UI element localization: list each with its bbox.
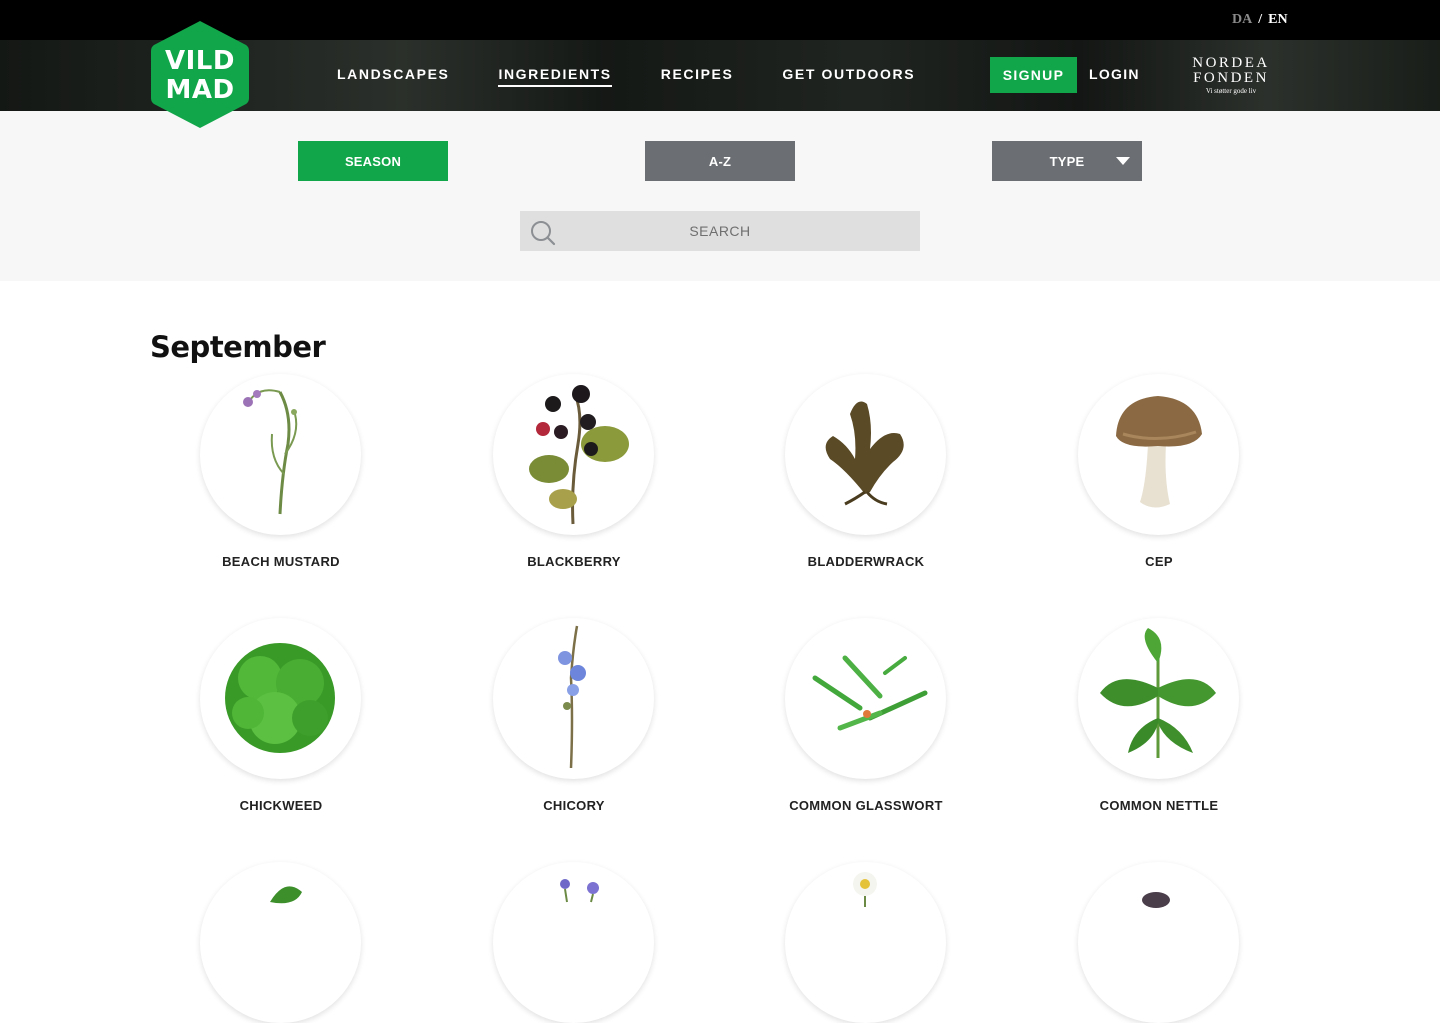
nav-landscapes[interactable]: LANDSCAPES bbox=[337, 66, 449, 87]
main-nav: LANDSCAPES INGREDIENTS RECIPES GET OUTDO… bbox=[337, 66, 964, 87]
ingredient-name: CHICORY bbox=[543, 798, 605, 813]
bladderwrack-image bbox=[785, 374, 946, 535]
leaf-image bbox=[200, 862, 361, 1023]
filter-panel: SEASON A-Z TYPE bbox=[0, 111, 1440, 281]
common-glasswort-image bbox=[785, 618, 946, 779]
lang-en-link[interactable]: EN bbox=[1268, 12, 1287, 28]
cep-image bbox=[1078, 374, 1239, 535]
type-filter-dropdown[interactable]: TYPE bbox=[992, 141, 1142, 181]
caret-down-icon bbox=[1116, 157, 1130, 165]
language-switcher: DA / EN bbox=[1232, 12, 1288, 28]
ingredient-name: BLADDERWRACK bbox=[807, 554, 925, 569]
lang-da-link[interactable]: DA bbox=[1232, 12, 1252, 28]
beach-mustard-image bbox=[200, 374, 361, 535]
ingredient-name: CHICKWEED bbox=[239, 798, 323, 813]
common-nettle-image bbox=[1078, 618, 1239, 779]
logo-line-1: VILD bbox=[165, 46, 235, 76]
login-link[interactable]: LOGIN bbox=[1089, 66, 1140, 82]
az-filter-button[interactable]: A-Z bbox=[645, 141, 795, 181]
search-box bbox=[520, 211, 920, 251]
chicory-image bbox=[493, 618, 654, 779]
lang-separator: / bbox=[1258, 12, 1263, 27]
logo-line-2: MAD bbox=[165, 75, 235, 105]
ingredient-name: CEP bbox=[1145, 554, 1173, 569]
nav-get-outdoors[interactable]: GET OUTDOORS bbox=[782, 66, 915, 87]
violet-flower-image bbox=[493, 862, 654, 1023]
signup-button[interactable]: SIGNUP bbox=[990, 57, 1077, 93]
chickweed-image bbox=[200, 618, 361, 779]
season-filter-button[interactable]: SEASON bbox=[298, 141, 448, 181]
partner-tagline: Vi støtter gode liv bbox=[1205, 87, 1257, 95]
dark-ingredient-image bbox=[1078, 862, 1239, 1023]
ingredient-name: BLACKBERRY bbox=[527, 554, 621, 569]
nav-ingredients[interactable]: INGREDIENTS bbox=[498, 66, 612, 87]
type-filter-label: TYPE bbox=[1049, 153, 1085, 169]
ingredient-name: COMMON NETTLE bbox=[1099, 798, 1219, 813]
partner-line-2: FONDEN bbox=[1193, 70, 1269, 86]
partner-line-1: NORDEA bbox=[1192, 55, 1270, 71]
search-icon bbox=[530, 220, 556, 251]
vildmad-logo[interactable]: VILD MAD bbox=[150, 19, 250, 130]
nav-recipes[interactable]: RECIPES bbox=[661, 66, 734, 87]
ingredient-name: BEACH MUSTARD bbox=[222, 554, 340, 569]
blackberry-image bbox=[493, 374, 654, 535]
nordea-fonden-logo[interactable]: NORDEA FONDEN Vi støtter gode liv bbox=[1186, 56, 1276, 96]
month-heading: September bbox=[150, 330, 326, 364]
daisy-image bbox=[785, 862, 946, 1023]
search-input[interactable] bbox=[560, 211, 880, 251]
ingredient-name: COMMON GLASSWORT bbox=[789, 798, 943, 813]
